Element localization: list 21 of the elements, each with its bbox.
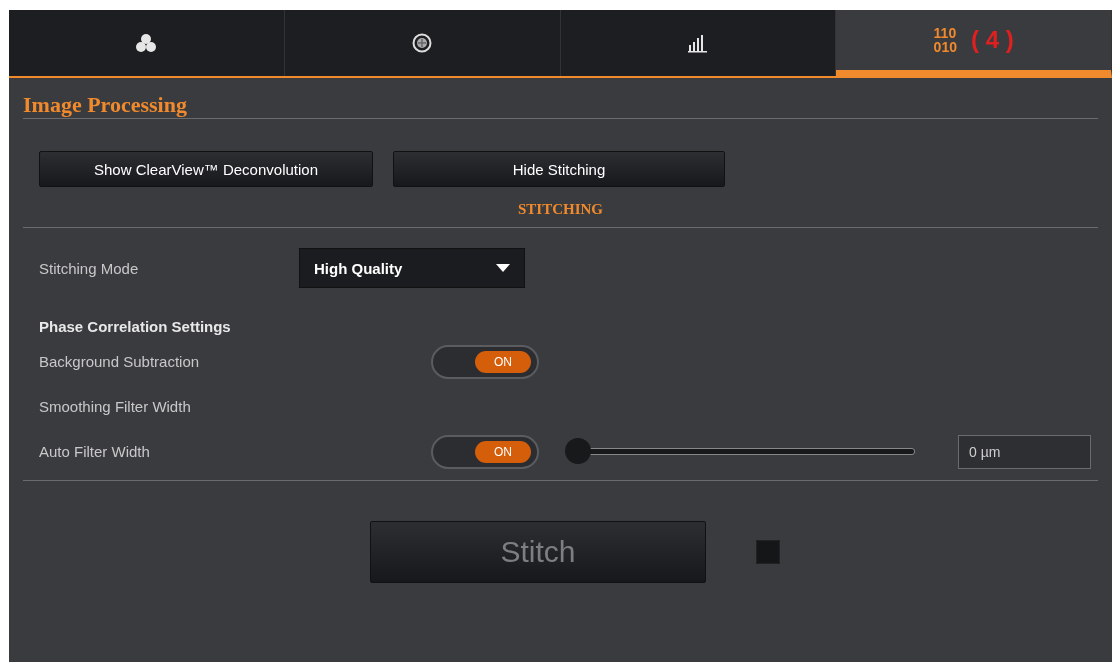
square-indicator [756,540,780,564]
toggle-switch[interactable]: ON [431,434,539,469]
subheading: Phase Correlation Settings [38,317,232,335]
setting-label: Auto Filter Width [39,443,151,460]
field-label: Stitching Mode [39,259,140,277]
panel-title: Image Processing [22,91,188,118]
toggle-switch[interactable]: ON [431,344,539,379]
action-button[interactable]: Hide Stitching [393,151,725,187]
mode-dropdown[interactable]: High Quality [299,248,525,288]
slider-thumb[interactable] [565,438,591,464]
bars-icon [687,33,708,53]
setting-label: Smoothing Filter Width [39,398,192,415]
caret-icon [496,264,510,272]
value-field[interactable]: 0 µm [958,434,1091,469]
circles-icon [135,33,158,53]
binary-code: 110 010 [933,26,957,54]
action-button[interactable]: Show ClearView™ Deconvolution [39,151,373,187]
count-label: ( 4 ) [970,26,1014,54]
dial-icon [412,33,433,53]
section-heading: STITCHING [517,201,604,218]
setting-label: Background Subtraction [39,353,201,370]
